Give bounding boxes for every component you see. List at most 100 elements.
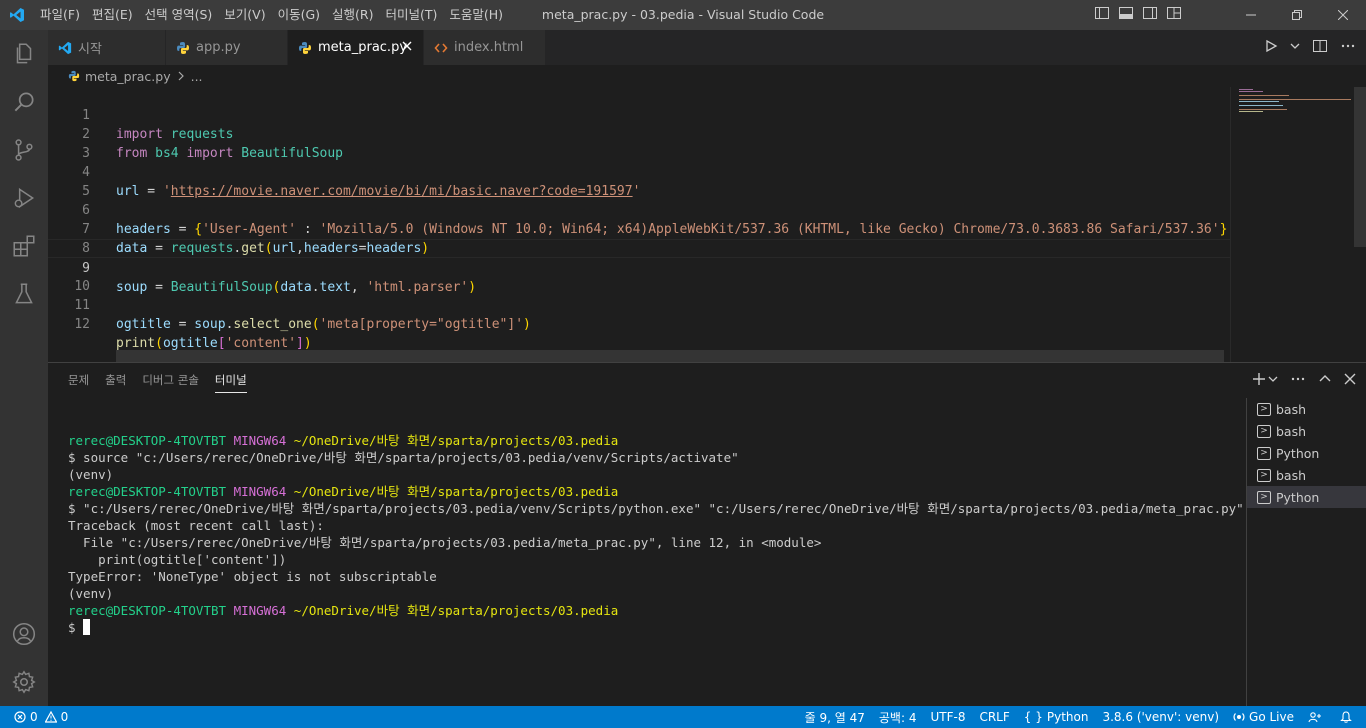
code-editor[interactable]: 1 import requests 2 from bs4 import Beau… — [48, 87, 1366, 362]
maximize-panel-chevron-up-icon[interactable] — [1318, 372, 1332, 390]
tab-meta-prac-py[interactable]: meta_prac.py — [288, 30, 424, 65]
terminal-instance-active[interactable]: > Python — [1247, 486, 1366, 508]
terminal-instance[interactable]: > Python — [1247, 442, 1366, 464]
terminal-output[interactable]: rerec@DESKTOP-4TOVTBT MINGW64 ~/OneDrive… — [68, 432, 1244, 636]
html-icon — [434, 41, 448, 55]
error-count: 0 — [30, 710, 38, 724]
terminal-instance[interactable]: > bash — [1247, 420, 1366, 442]
editor-actions — [1264, 30, 1356, 65]
breadcrumb-more[interactable]: ... — [191, 69, 203, 84]
toggle-secondary-sidebar-icon[interactable] — [1142, 5, 1158, 25]
menu-view[interactable]: 보기(V) — [218, 0, 271, 30]
error-icon — [14, 711, 26, 723]
new-terminal-plus-icon[interactable] — [1252, 372, 1266, 390]
customize-layout-icon[interactable] — [1166, 5, 1182, 25]
language-mode[interactable]: { } Python — [1024, 710, 1089, 724]
vertical-scrollbar[interactable] — [1354, 87, 1366, 247]
settings-gear-icon[interactable] — [0, 658, 48, 706]
feedback-icon[interactable] — [1308, 711, 1326, 723]
chevron-down-icon[interactable] — [1268, 373, 1278, 388]
extensions-icon[interactable] — [0, 222, 48, 270]
run-debug-icon[interactable] — [0, 174, 48, 222]
vscode-logo-icon — [0, 0, 34, 30]
status-problems[interactable]: 0 0 — [14, 706, 68, 728]
close-tab-icon[interactable] — [401, 40, 413, 56]
tab-welcome[interactable]: 시작 — [48, 30, 166, 65]
close-window-button[interactable] — [1320, 0, 1366, 30]
editor-tabs: 시작 app.py meta_prac.py index.html — [48, 30, 1366, 65]
split-editor-icon[interactable] — [1312, 38, 1328, 58]
code-line: 6 headers = {'User-Agent' : 'Mozilla/5.0… — [48, 182, 1230, 237]
encoding[interactable]: UTF-8 — [930, 710, 965, 724]
menu-go[interactable]: 이동(G) — [272, 0, 326, 30]
warning-icon — [44, 711, 57, 723]
tab-terminal[interactable]: 터미널 — [214, 363, 247, 398]
breadcrumb: meta_prac.py ... — [48, 65, 1366, 87]
code-line: 3 — [48, 125, 1230, 161]
cursor-position[interactable]: 줄 9, 열 47 — [805, 709, 865, 726]
account-icon[interactable] — [0, 610, 48, 658]
window-title-text: meta_prac.py - 03.pedia - Visual Studio … — [541, 7, 825, 22]
python-icon — [298, 41, 312, 55]
terminal-icon: > — [1257, 402, 1271, 416]
close-panel-icon[interactable] — [1344, 373, 1356, 389]
indentation[interactable]: 공백: 4 — [879, 709, 917, 726]
menu-help[interactable]: 도움말(H) — [443, 0, 509, 30]
end-of-line[interactable]: CRLF — [979, 710, 1009, 724]
breadcrumb-file[interactable]: meta_prac.py — [85, 69, 171, 84]
menu-bar: 파일(F) 편집(E) 선택 영역(S) 보기(V) 이동(G) 실행(R) 터… — [34, 0, 509, 30]
more-actions-icon[interactable] — [1340, 38, 1356, 58]
terminal-line: $ source "c:/Users/rerec/OneDrive/바탕 화면/… — [68, 450, 739, 465]
terminal-line: (venv) — [68, 586, 114, 601]
menu-file[interactable]: 파일(F) — [34, 0, 86, 30]
explorer-icon[interactable] — [0, 30, 48, 78]
terminal-instance[interactable]: > bash — [1247, 464, 1366, 486]
broadcast-icon — [1233, 713, 1245, 721]
tab-label: 시작 — [78, 42, 102, 57]
tab-label: meta_prac.py — [318, 40, 408, 55]
chevron-down-icon[interactable] — [1290, 40, 1300, 55]
toggle-sidebar-icon[interactable] — [1094, 5, 1110, 25]
tab-output[interactable]: 출력 — [105, 363, 126, 398]
status-bar: 0 0 줄 9, 열 47 공백: 4 UTF-8 CRLF { } Python… — [0, 706, 1366, 728]
search-icon[interactable] — [0, 78, 48, 126]
terminal-icon: > — [1257, 424, 1271, 438]
more-actions-icon[interactable] — [1290, 371, 1306, 391]
menu-run[interactable]: 실행(R) — [326, 0, 379, 30]
terminal-prompt-line: $ — [68, 619, 1244, 636]
tab-app-py[interactable]: app.py — [166, 30, 288, 65]
go-live-button[interactable]: Go Live — [1233, 710, 1294, 724]
minimap-preview — [1239, 89, 1357, 112]
window-controls — [1228, 0, 1366, 30]
tab-problems[interactable]: 문제 — [68, 363, 89, 398]
run-python-file-icon[interactable] — [1264, 39, 1278, 57]
activity-bar — [0, 30, 48, 706]
horizontal-scrollbar[interactable] — [116, 350, 1224, 362]
terminal-icon: > — [1257, 446, 1271, 460]
notifications-bell-icon[interactable] — [1340, 711, 1356, 723]
tab-label: index.html — [454, 40, 524, 55]
terminal-line: (venv) — [68, 467, 114, 482]
source-control-icon[interactable] — [0, 126, 48, 174]
code-text: ogtitle = soup.select_one('meta[property… — [116, 317, 531, 332]
braces-icon: { } — [1023, 710, 1043, 724]
current-code-line: 9 soup = BeautifulSoup(data.text, 'html.… — [48, 239, 1230, 295]
restore-button[interactable] — [1274, 0, 1320, 30]
tab-debug-console[interactable]: 디버그 콘솔 — [142, 363, 199, 398]
menu-terminal[interactable]: 터미널(T) — [380, 0, 444, 30]
python-interpreter[interactable]: 3.8.6 ('venv': venv) — [1102, 710, 1219, 724]
tab-index-html[interactable]: index.html — [424, 30, 546, 65]
toggle-panel-icon[interactable] — [1118, 5, 1134, 25]
code-line: 1 import requests — [48, 87, 1230, 142]
terminal-line: rerec@DESKTOP-4TOVTBT MINGW64 ~/OneDrive… — [68, 484, 619, 499]
terminal-instance[interactable]: > bash — [1247, 398, 1366, 420]
code-line: 2 from bs4 import BeautifulSoup — [48, 106, 1230, 161]
testing-flask-icon[interactable] — [0, 270, 48, 318]
minimize-button[interactable] — [1228, 0, 1274, 30]
terminal-line: $ "c:/Users/rerec/OneDrive/바탕 화면/sparta/… — [68, 501, 1244, 516]
minimap[interactable] — [1230, 87, 1357, 362]
terminal-line: print(ogtitle['content']) — [68, 552, 287, 567]
code-line: 5 — [48, 163, 1230, 199]
menu-edit[interactable]: 편집(E) — [86, 0, 139, 30]
menu-selection[interactable]: 선택 영역(S) — [139, 0, 219, 30]
